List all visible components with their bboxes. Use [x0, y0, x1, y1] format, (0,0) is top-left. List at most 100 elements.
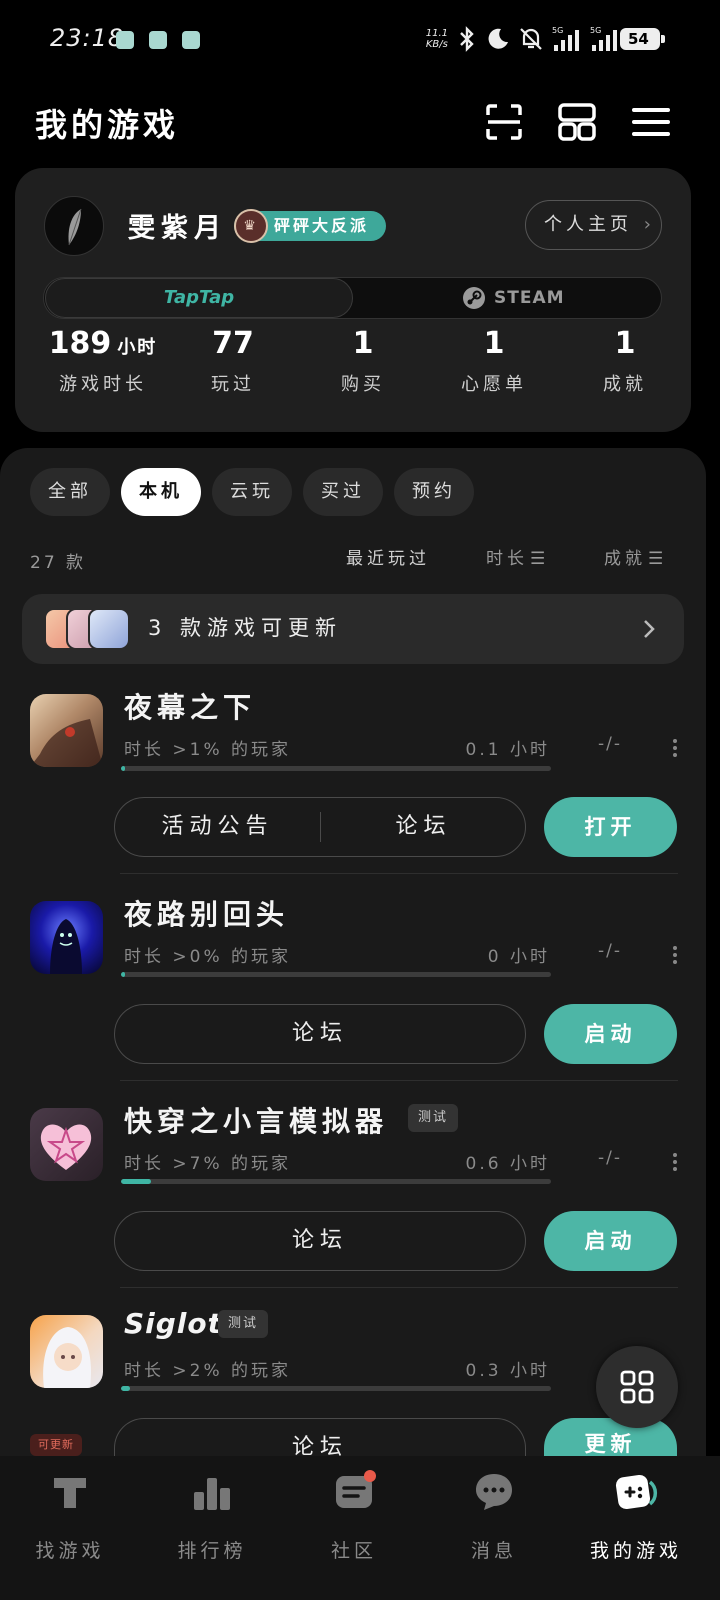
nav-community[interactable]: 社区: [294, 1470, 414, 1563]
more-options-icon[interactable]: [668, 736, 682, 762]
divider: [120, 1287, 678, 1288]
player-percentile: 时长 >0% 的玩家: [124, 947, 292, 967]
divider: [120, 1080, 678, 1081]
stat-wishlist-value: 1: [483, 326, 505, 361]
player-percentile: 时长 >1% 的玩家: [124, 740, 292, 760]
stat-purchased-label[interactable]: 购买: [298, 370, 428, 396]
taptap-logo-icon: [54, 1478, 86, 1508]
achievement-count: -/-: [598, 734, 622, 754]
feather-avatar-image: [68, 208, 82, 246]
achievement-count: -/-: [598, 1148, 622, 1168]
stat-played-label[interactable]: 玩过: [168, 370, 298, 396]
menu-icon[interactable]: [631, 102, 671, 142]
game-secondary-actions: 活动公告 论坛: [114, 797, 526, 857]
filter-chip-cloud[interactable]: 云玩: [212, 468, 292, 516]
chevron-right-icon: ›: [643, 214, 655, 235]
mute-bell-icon: [520, 28, 542, 50]
nav-my-games[interactable]: 我的游戏: [576, 1470, 696, 1563]
do-not-disturb-moon-icon: [488, 28, 508, 49]
game-title[interactable]: 快穿之小言模拟器: [124, 1100, 388, 1140]
game-icon[interactable]: [30, 1108, 103, 1181]
game-count: 27 款: [30, 553, 87, 573]
open-game-button[interactable]: 打开: [544, 797, 677, 857]
nav-messages[interactable]: 消息: [434, 1470, 554, 1563]
forum-button[interactable]: 论坛: [114, 1418, 526, 1458]
avatar[interactable]: [44, 196, 104, 256]
grid-view-icon[interactable]: [557, 102, 597, 142]
svg-text:5G: 5G: [552, 26, 563, 35]
game-icon[interactable]: [30, 901, 103, 974]
game-title[interactable]: 夜幕之下: [124, 686, 256, 726]
ranking-icon: [194, 1478, 230, 1510]
announcement-button[interactable]: 活动公告: [115, 798, 320, 856]
playtime-hours: 0 小时: [487, 947, 550, 967]
filter-chip-bought[interactable]: 买过: [303, 468, 383, 516]
forum-button[interactable]: 论坛: [114, 1004, 526, 1064]
more-options-icon[interactable]: [668, 943, 682, 969]
nav-find-games[interactable]: 找游戏: [10, 1470, 130, 1563]
floating-grid-button[interactable]: [596, 1346, 678, 1428]
stat-playtime-value: 189 小时: [48, 326, 158, 361]
tab-steam[interactable]: STEAM: [462, 285, 565, 311]
nav-ranking[interactable]: 排行榜: [152, 1470, 272, 1563]
gamepad-icon: [615, 1474, 658, 1510]
game-icon[interactable]: [30, 694, 103, 767]
game-title[interactable]: 夜路别回头: [124, 893, 289, 933]
battery-indicator: 54: [620, 28, 665, 50]
divider: [120, 873, 678, 874]
sort-achievement[interactable]: 成就 ☰: [604, 544, 667, 569]
notification-app-icon: [149, 31, 167, 49]
update-game-thumbnail: [88, 608, 130, 650]
tab-taptap[interactable]: TapTap: [45, 278, 353, 318]
signal-5g-icon: 5G: [552, 26, 579, 51]
scan-icon[interactable]: [484, 102, 524, 142]
community-icon: [336, 1470, 376, 1508]
notification-app-icon: [182, 31, 200, 49]
stat-played-value: 77: [212, 326, 254, 361]
forum-button-label: 论坛: [291, 1435, 348, 1458]
sort-recent[interactable]: 最近玩过: [346, 544, 430, 569]
bluetooth-icon: [460, 26, 474, 52]
sort-icon: ☰: [530, 549, 550, 569]
clock: 23:18: [50, 24, 125, 52]
signal-5g-icon: 5G: [590, 26, 617, 51]
stat-achievement-value: 1: [614, 326, 636, 361]
stat-achievement-label[interactable]: 成就: [560, 370, 690, 396]
sort-playtime[interactable]: 时长 ☰: [486, 544, 549, 569]
filter-chip-local[interactable]: 本机: [121, 468, 201, 516]
filter-chip-all[interactable]: 全部: [30, 468, 110, 516]
stat-playtime-label[interactable]: 游戏时长: [38, 370, 168, 396]
achievement-count: -/-: [598, 941, 622, 961]
username: 雯紫月: [128, 213, 227, 244]
player-percentile: 时长 >7% 的玩家: [124, 1154, 292, 1174]
grid-icon: [620, 1370, 654, 1404]
sort-icon: ☰: [648, 549, 668, 569]
forum-button[interactable]: 论坛: [321, 798, 526, 856]
playtime-hours: 0.3 小时: [465, 1361, 550, 1381]
beta-tag: 测试: [408, 1104, 459, 1132]
game-icon[interactable]: [30, 1315, 103, 1388]
network-speed: 11.1 KB/s: [425, 28, 448, 50]
more-options-icon[interactable]: [668, 1150, 682, 1176]
forum-button[interactable]: 论坛: [114, 1211, 526, 1271]
user-title-badge[interactable]: ♛ 砰砰大反派: [234, 209, 386, 243]
launch-game-button[interactable]: 启动: [544, 1211, 677, 1271]
updates-available-text: 3 款游戏可更新: [148, 616, 343, 640]
message-icon: [476, 1474, 512, 1510]
page-title: 我的游戏: [35, 106, 180, 144]
launch-game-button[interactable]: 启动: [544, 1004, 677, 1064]
status-bar: 23:18 11.1 KB/s 5G 5G 6 54: [0, 0, 720, 80]
playtime-progress-fill: [121, 1179, 152, 1184]
stat-wishlist-label[interactable]: 心愿单: [429, 370, 559, 396]
playtime-hours: 0.1 小时: [465, 740, 550, 760]
personal-homepage-button[interactable]: 个人主页 ›: [525, 200, 662, 250]
update-available-tag: 可更新: [30, 1434, 82, 1456]
chevron-right-icon: [644, 620, 655, 638]
beta-tag: 测试: [218, 1310, 269, 1338]
playtime-progress-fill: [121, 1386, 130, 1391]
filter-chip-reserved[interactable]: 预约: [394, 468, 474, 516]
forum-button-label: 论坛: [291, 1021, 348, 1046]
stat-purchased-value: 1: [352, 326, 374, 361]
steam-logo-icon: [463, 287, 485, 309]
forum-button-label: 论坛: [291, 1228, 348, 1253]
